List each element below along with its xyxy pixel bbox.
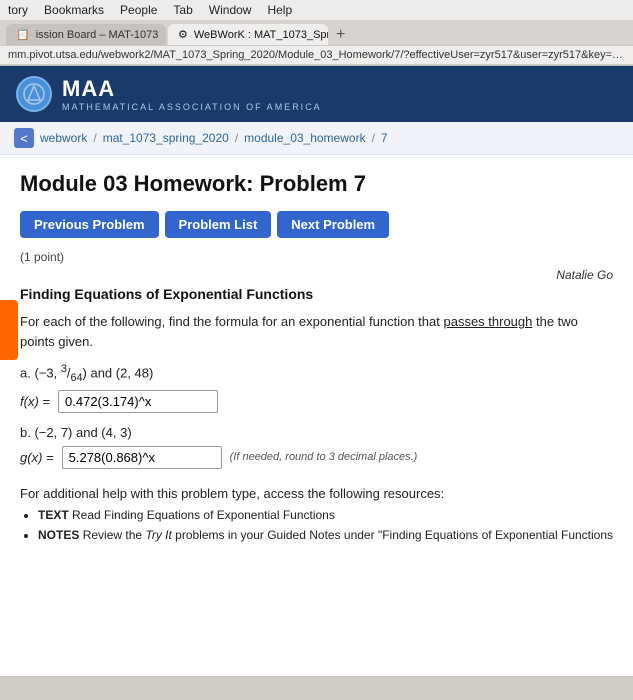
part-b-answer-row: g(x) = (If needed, round to 3 decimal pl… (20, 446, 613, 469)
breadcrumb-sep-3: / (372, 131, 375, 145)
sidebar-indicator (0, 300, 18, 360)
part-b-hint: (If needed, round to 3 decimal places.) (230, 451, 418, 463)
menu-item-bookmarks[interactable]: Bookmarks (44, 3, 104, 17)
part-a: a. (−3, 3/64) and (2, 48) f(x) = (20, 363, 613, 413)
menu-item-people[interactable]: People (120, 3, 157, 17)
menu-item-tory[interactable]: tory (8, 3, 28, 17)
breadcrumb-back-button[interactable]: < (14, 128, 34, 148)
tab-icon-2: ⚙ (178, 28, 188, 41)
menu-item-window[interactable]: Window (209, 3, 252, 17)
breadcrumb-sep-2: / (235, 131, 238, 145)
maa-logo (16, 76, 52, 112)
resources-list: TEXT Read Finding Equations of Exponenti… (38, 505, 613, 546)
main-content: Module 03 Homework: Problem 7 Previous P… (0, 155, 633, 562)
menu-bar: tory Bookmarks People Tab Window Help (0, 0, 633, 20)
part-b-func-label: g(x) = (20, 450, 54, 465)
maa-logo-icon (22, 82, 46, 106)
browser-chrome: tory Bookmarks People Tab Window Help 📋 … (0, 0, 633, 66)
page-wrapper: tory Bookmarks People Tab Window Help 📋 … (0, 0, 633, 676)
part-b-input[interactable] (62, 446, 222, 469)
breadcrumb-course[interactable]: mat_1073_spring_2020 (103, 131, 229, 145)
resource-item-text: TEXT Read Finding Equations of Exponenti… (38, 505, 613, 525)
part-a-func-label: f(x) = (20, 394, 50, 409)
menu-item-tab[interactable]: Tab (173, 3, 192, 17)
resource-text-desc: Read Finding Equations of Exponential Fu… (72, 508, 335, 522)
passes-through-text: passes through (443, 314, 532, 329)
author-label: Natalie Go (20, 268, 613, 282)
page-title: Module 03 Homework: Problem 7 (20, 171, 613, 197)
navigation-buttons: Previous Problem Problem List Next Probl… (20, 211, 613, 238)
tab-bar: 📋 ission Board – MAT-1073 ✕ ⚙ WeBWorK : … (0, 20, 633, 45)
resources-intro: For additional help with this problem ty… (20, 483, 613, 505)
section-title: Finding Equations of Exponential Functio… (20, 286, 613, 302)
tab-add-button[interactable]: + (330, 26, 351, 44)
resource-item-notes: NOTES Review the Try It problems in your… (38, 525, 613, 545)
maa-full-name: MATHEMATICAL ASSOCIATION OF AMERICA (62, 102, 322, 112)
breadcrumb-number[interactable]: 7 (381, 131, 388, 145)
tab-icon-1: 📋 (16, 28, 30, 41)
page-content: MAA MATHEMATICAL ASSOCIATION OF AMERICA … (0, 66, 633, 676)
resource-notes-desc: Review the Try It problems in your Guide… (83, 528, 613, 542)
part-a-input[interactable] (58, 390, 218, 413)
breadcrumb-homework[interactable]: module_03_homework (244, 131, 365, 145)
breadcrumb-webwork[interactable]: webwork (40, 131, 87, 145)
previous-problem-button[interactable]: Previous Problem (20, 211, 159, 238)
tab-label-2: WeBWorK : MAT_1073_Spring (194, 29, 328, 41)
resource-text-label: TEXT (38, 508, 69, 522)
address-bar[interactable]: mm.pivot.utsa.edu/webwork2/MAT_1073_Spri… (0, 45, 633, 65)
maa-title-block: MAA MATHEMATICAL ASSOCIATION OF AMERICA (62, 76, 322, 112)
resource-notes-label: NOTES (38, 528, 79, 542)
resources-section: For additional help with this problem ty… (20, 483, 613, 546)
maa-header: MAA MATHEMATICAL ASSOCIATION OF AMERICA (0, 66, 633, 122)
menu-item-help[interactable]: Help (267, 3, 292, 17)
problem-list-button[interactable]: Problem List (165, 211, 272, 238)
part-a-label: a. (−3, 3/64) and (2, 48) (20, 363, 613, 384)
next-problem-button[interactable]: Next Problem (277, 211, 389, 238)
tab-webwork[interactable]: ⚙ WeBWorK : MAT_1073_Spring ✕ (168, 24, 328, 45)
tab-label-1: ission Board – MAT-1073 (36, 29, 159, 41)
breadcrumb-bar: < webwork / mat_1073_spring_2020 / modul… (0, 122, 633, 155)
part-b: b. (−2, 7) and (4, 3) g(x) = (If needed,… (20, 425, 613, 469)
breadcrumb-sep-1: / (93, 131, 96, 145)
points-label: (1 point) (20, 250, 613, 264)
problem-description: For each of the following, find the form… (20, 312, 613, 351)
part-b-label: b. (−2, 7) and (4, 3) (20, 425, 613, 440)
part-a-answer-row: f(x) = (20, 390, 613, 413)
tab-mat1073[interactable]: 📋 ission Board – MAT-1073 ✕ (6, 24, 166, 45)
maa-acronym: MAA (62, 76, 322, 102)
